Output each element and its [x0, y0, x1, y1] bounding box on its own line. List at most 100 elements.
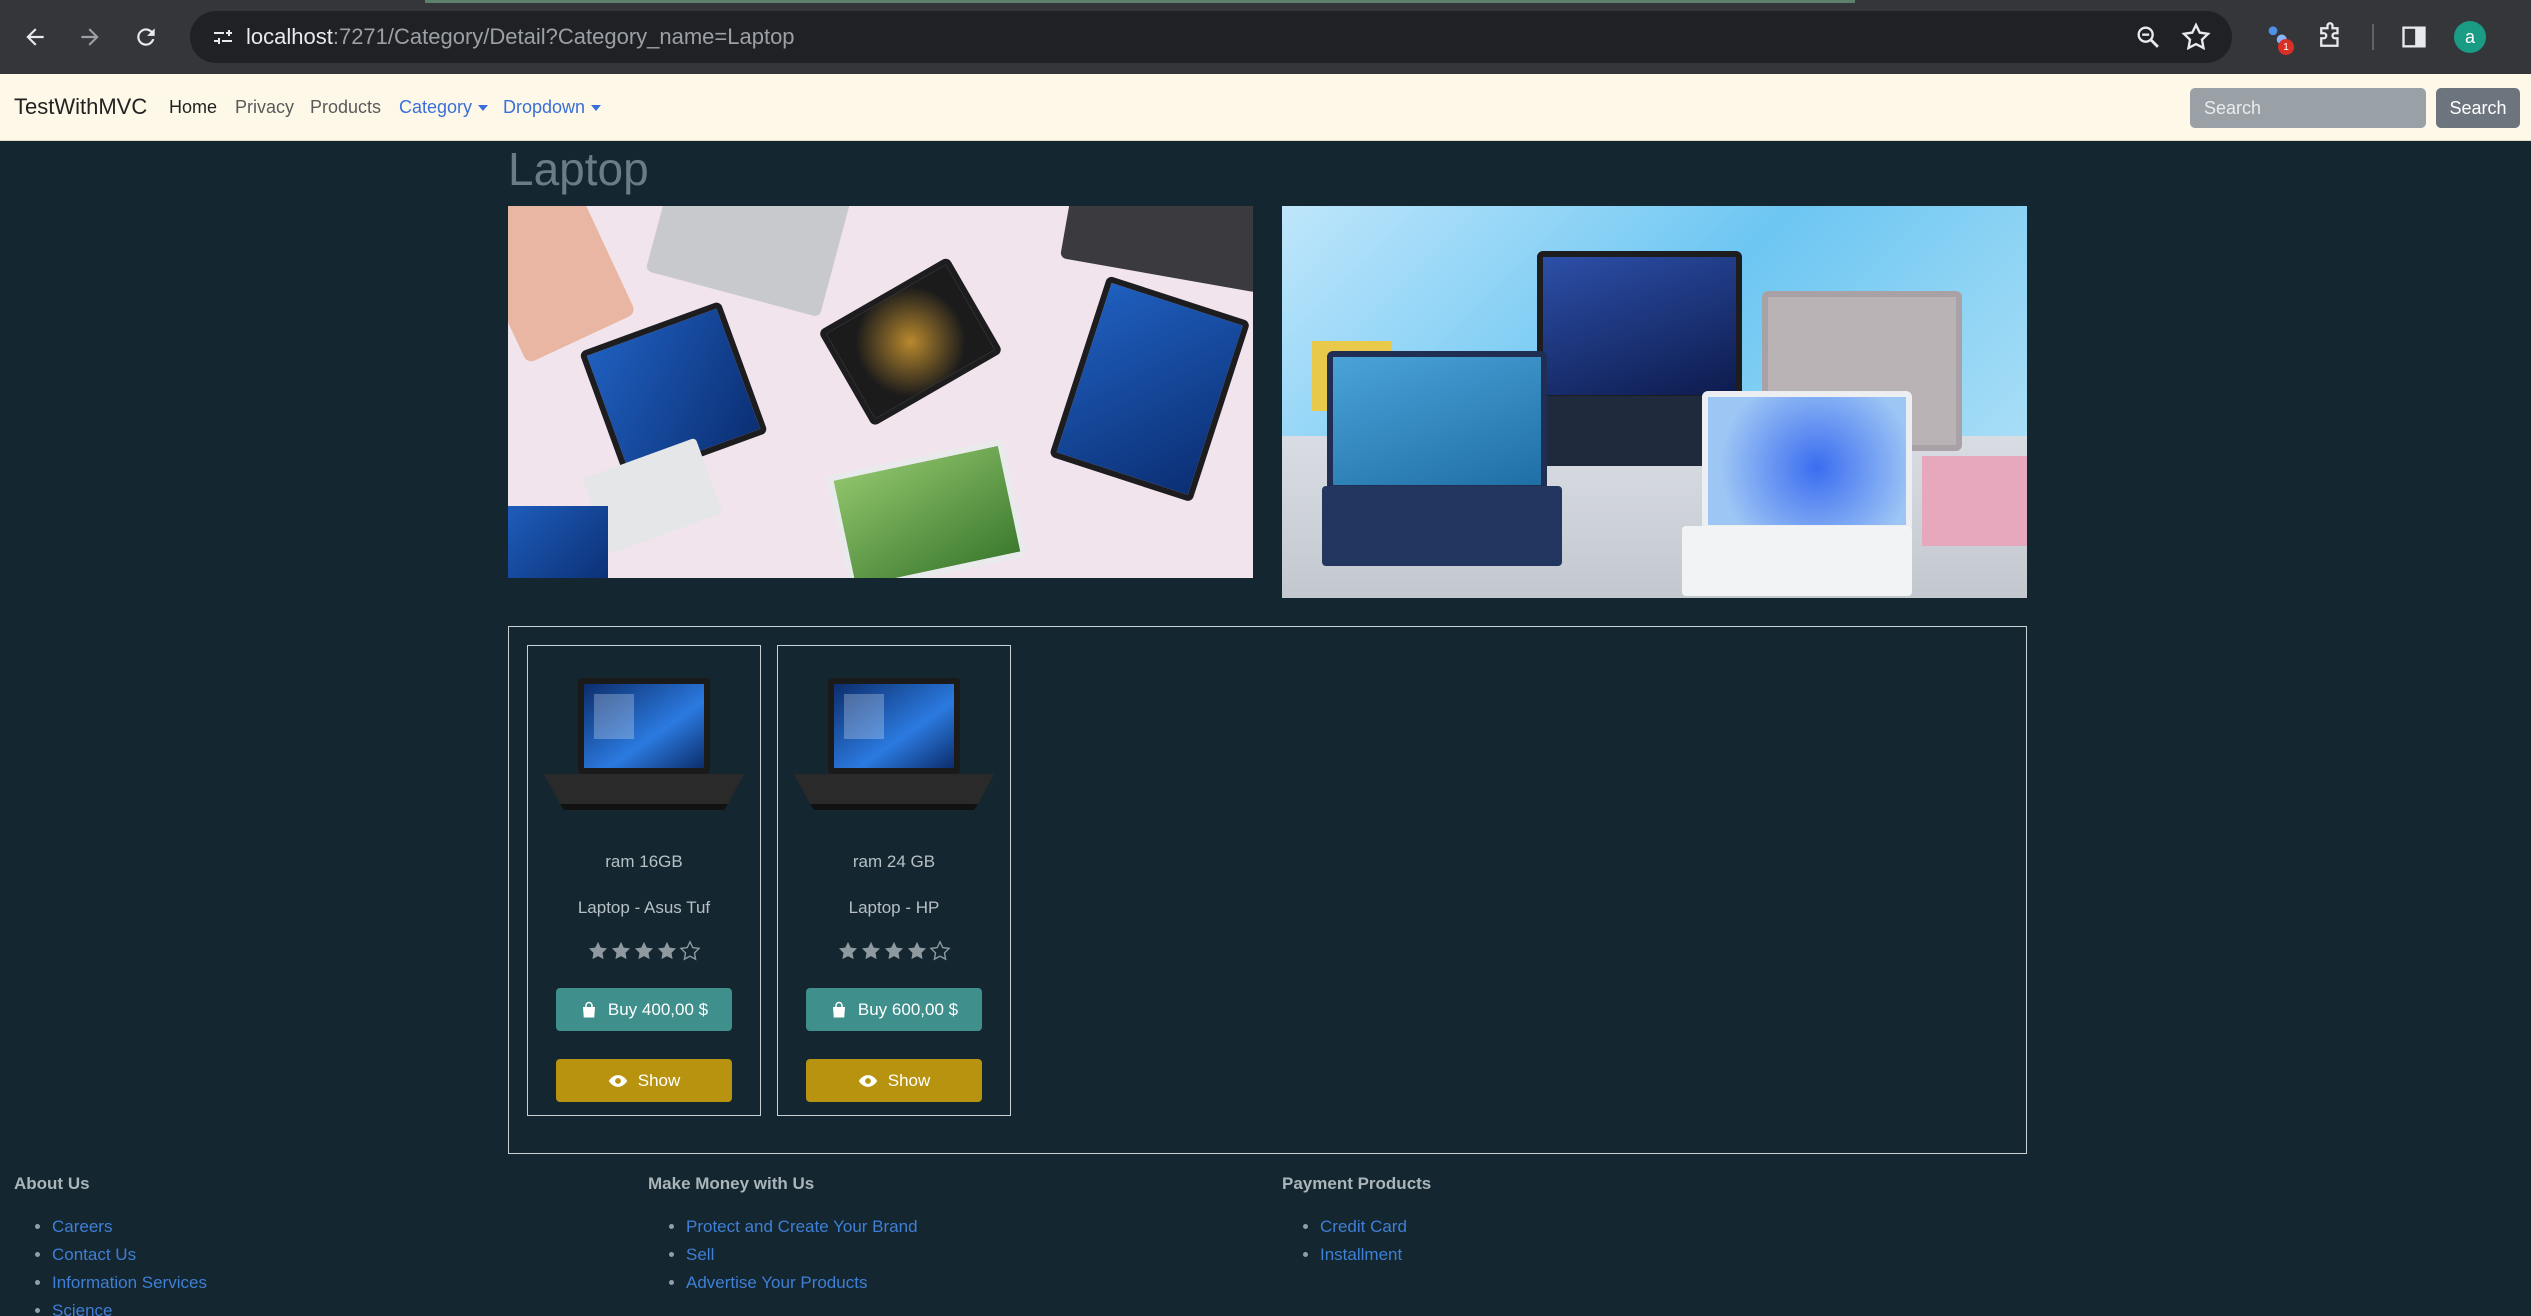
list-item: Credit Card — [1320, 1213, 1431, 1241]
side-panel-icon — [2402, 26, 2426, 48]
buy-button-label: Buy 400,00 $ — [607, 999, 709, 1019]
footer-heading: About Us — [14, 1174, 90, 1193]
show-button[interactable]: Show — [806, 1059, 982, 1102]
star-filled-icon — [657, 941, 677, 960]
chevron-down-icon — [478, 105, 489, 112]
address-bar[interactable]: localhost:7271/Category/Detail?Category_… — [190, 11, 2232, 63]
footer-link[interactable]: Science — [52, 1301, 112, 1316]
product-spec: ram 16GB — [605, 852, 683, 871]
laptop-graphic — [818, 256, 1008, 436]
laptop-graphic — [1037, 275, 1253, 546]
list-item: Sell — [686, 1241, 918, 1269]
forward-arrow-icon — [81, 28, 99, 46]
list-item: Installment — [1320, 1241, 1431, 1269]
footer-link[interactable]: Credit Card — [1320, 1217, 1407, 1236]
toolbar-separator — [2372, 24, 2374, 50]
page-title: Laptop — [508, 143, 649, 195]
site-brand[interactable]: TestWithMVC — [14, 94, 147, 120]
star-empty-icon — [679, 940, 701, 961]
reload-button[interactable] — [127, 18, 165, 56]
url-path: :7271/Category/Detail?Category_name=Lapt… — [332, 24, 795, 49]
footer-link[interactable]: Careers — [52, 1217, 112, 1236]
list-item: Science — [52, 1297, 207, 1316]
product-card: ram 16GB Laptop - Asus Tuf Buy 400,00 $ … — [527, 645, 761, 1116]
rating-stars — [778, 940, 1010, 962]
product-name: Laptop - HP — [848, 898, 940, 917]
extension-badge: 1 — [2278, 39, 2294, 55]
footer-link[interactable]: Information Services — [52, 1273, 207, 1292]
nav-products[interactable]: Products — [310, 97, 381, 118]
footer-column-about: About Us Careers Contact Us Information … — [14, 1174, 207, 1316]
laptop-graphic — [826, 438, 1029, 578]
buy-button[interactable]: Buy 600,00 $ — [806, 988, 982, 1031]
list-item: Information Services — [52, 1269, 207, 1297]
list-item: Contact Us — [52, 1241, 207, 1269]
buy-button-label: Buy 600,00 $ — [857, 999, 959, 1019]
shopping-bag-icon — [582, 1001, 595, 1017]
star-filled-icon — [861, 941, 881, 960]
footer-heading: Make Money with Us — [648, 1174, 815, 1193]
laptop-graphic — [1059, 206, 1253, 293]
footer-link-list: Careers Contact Us Information Services … — [14, 1213, 207, 1316]
list-item: Advertise Your Products — [686, 1269, 918, 1297]
star-filled-icon — [611, 941, 631, 960]
list-item: Careers — [52, 1213, 207, 1241]
product-name: Laptop - Asus Tuf — [577, 898, 711, 917]
buy-button[interactable]: Buy 400,00 $ — [556, 988, 732, 1031]
product-image — [794, 678, 994, 810]
nav-dropdown-label: Dropdown — [503, 97, 586, 117]
footer-link[interactable]: Sell — [686, 1245, 714, 1264]
star-empty-icon — [929, 940, 951, 961]
laptop-graphic — [1682, 391, 1932, 598]
list-item: Protect and Create Your Brand — [686, 1213, 918, 1241]
extensions-menu-button[interactable] — [2312, 19, 2348, 55]
loading-bar — [425, 0, 1855, 3]
zoom-icon[interactable] — [2134, 23, 2162, 51]
footer-column-payment: Payment Products Credit Card Installment — [1282, 1174, 1431, 1269]
product-spec: ram 24 GB — [852, 852, 936, 871]
category-banner-image — [1282, 206, 2027, 598]
laptop-graphic — [508, 506, 608, 578]
star-filled-icon — [838, 941, 858, 960]
nav-dropdown-menu[interactable]: Dropdown — [503, 97, 602, 118]
site-info-button[interactable] — [206, 20, 240, 54]
tune-icon — [214, 30, 232, 44]
footer-link-list: Credit Card Installment — [1282, 1213, 1431, 1269]
eye-icon — [858, 1074, 877, 1087]
search-input[interactable] — [2190, 88, 2426, 128]
back-button[interactable] — [16, 18, 54, 56]
nav-category-dropdown[interactable]: Category — [399, 97, 489, 118]
eye-icon — [608, 1074, 627, 1087]
url-host: localhost — [246, 24, 333, 49]
nav-home[interactable]: Home — [169, 97, 217, 118]
side-panel-button[interactable] — [2396, 19, 2432, 55]
show-button[interactable]: Show — [556, 1059, 732, 1102]
footer-column-make-money: Make Money with Us Protect and Create Yo… — [648, 1174, 918, 1297]
laptop-graphic — [1322, 351, 1562, 566]
star-filled-icon — [884, 941, 904, 960]
product-card: ram 24 GB Laptop - HP Buy 600,00 $ Show — [777, 645, 1011, 1116]
chevron-down-icon — [591, 105, 602, 112]
nav-privacy[interactable]: Privacy — [235, 97, 294, 118]
star-filled-icon — [588, 941, 608, 960]
nav-category-label: Category — [399, 97, 473, 117]
star-filled-icon — [907, 941, 927, 960]
url-text[interactable]: localhost:7271/Category/Detail?Category_… — [246, 24, 795, 50]
category-banner-image — [508, 206, 1253, 578]
footer-link-list: Protect and Create Your Brand Sell Adver… — [648, 1213, 918, 1297]
bookmark-star-icon[interactable] — [2180, 21, 2212, 53]
footer-link[interactable]: Installment — [1320, 1245, 1402, 1264]
search-button[interactable]: Search — [2436, 88, 2520, 128]
forward-button[interactable] — [71, 18, 109, 56]
show-button-label: Show — [637, 1070, 681, 1090]
footer-link[interactable]: Contact Us — [52, 1245, 136, 1264]
site-navbar: TestWithMVC Home Privacy Products Catego… — [0, 74, 2531, 141]
shopping-bag-icon — [832, 1001, 845, 1017]
star-filled-icon — [634, 941, 654, 960]
extension-button[interactable]: 1 — [2260, 19, 2296, 55]
browser-toolbar: localhost:7271/Category/Detail?Category_… — [0, 0, 2531, 74]
profile-avatar[interactable]: a — [2454, 21, 2486, 53]
show-button-label: Show — [887, 1070, 931, 1090]
footer-link[interactable]: Advertise Your Products — [686, 1273, 867, 1292]
footer-link[interactable]: Protect and Create Your Brand — [686, 1217, 918, 1236]
